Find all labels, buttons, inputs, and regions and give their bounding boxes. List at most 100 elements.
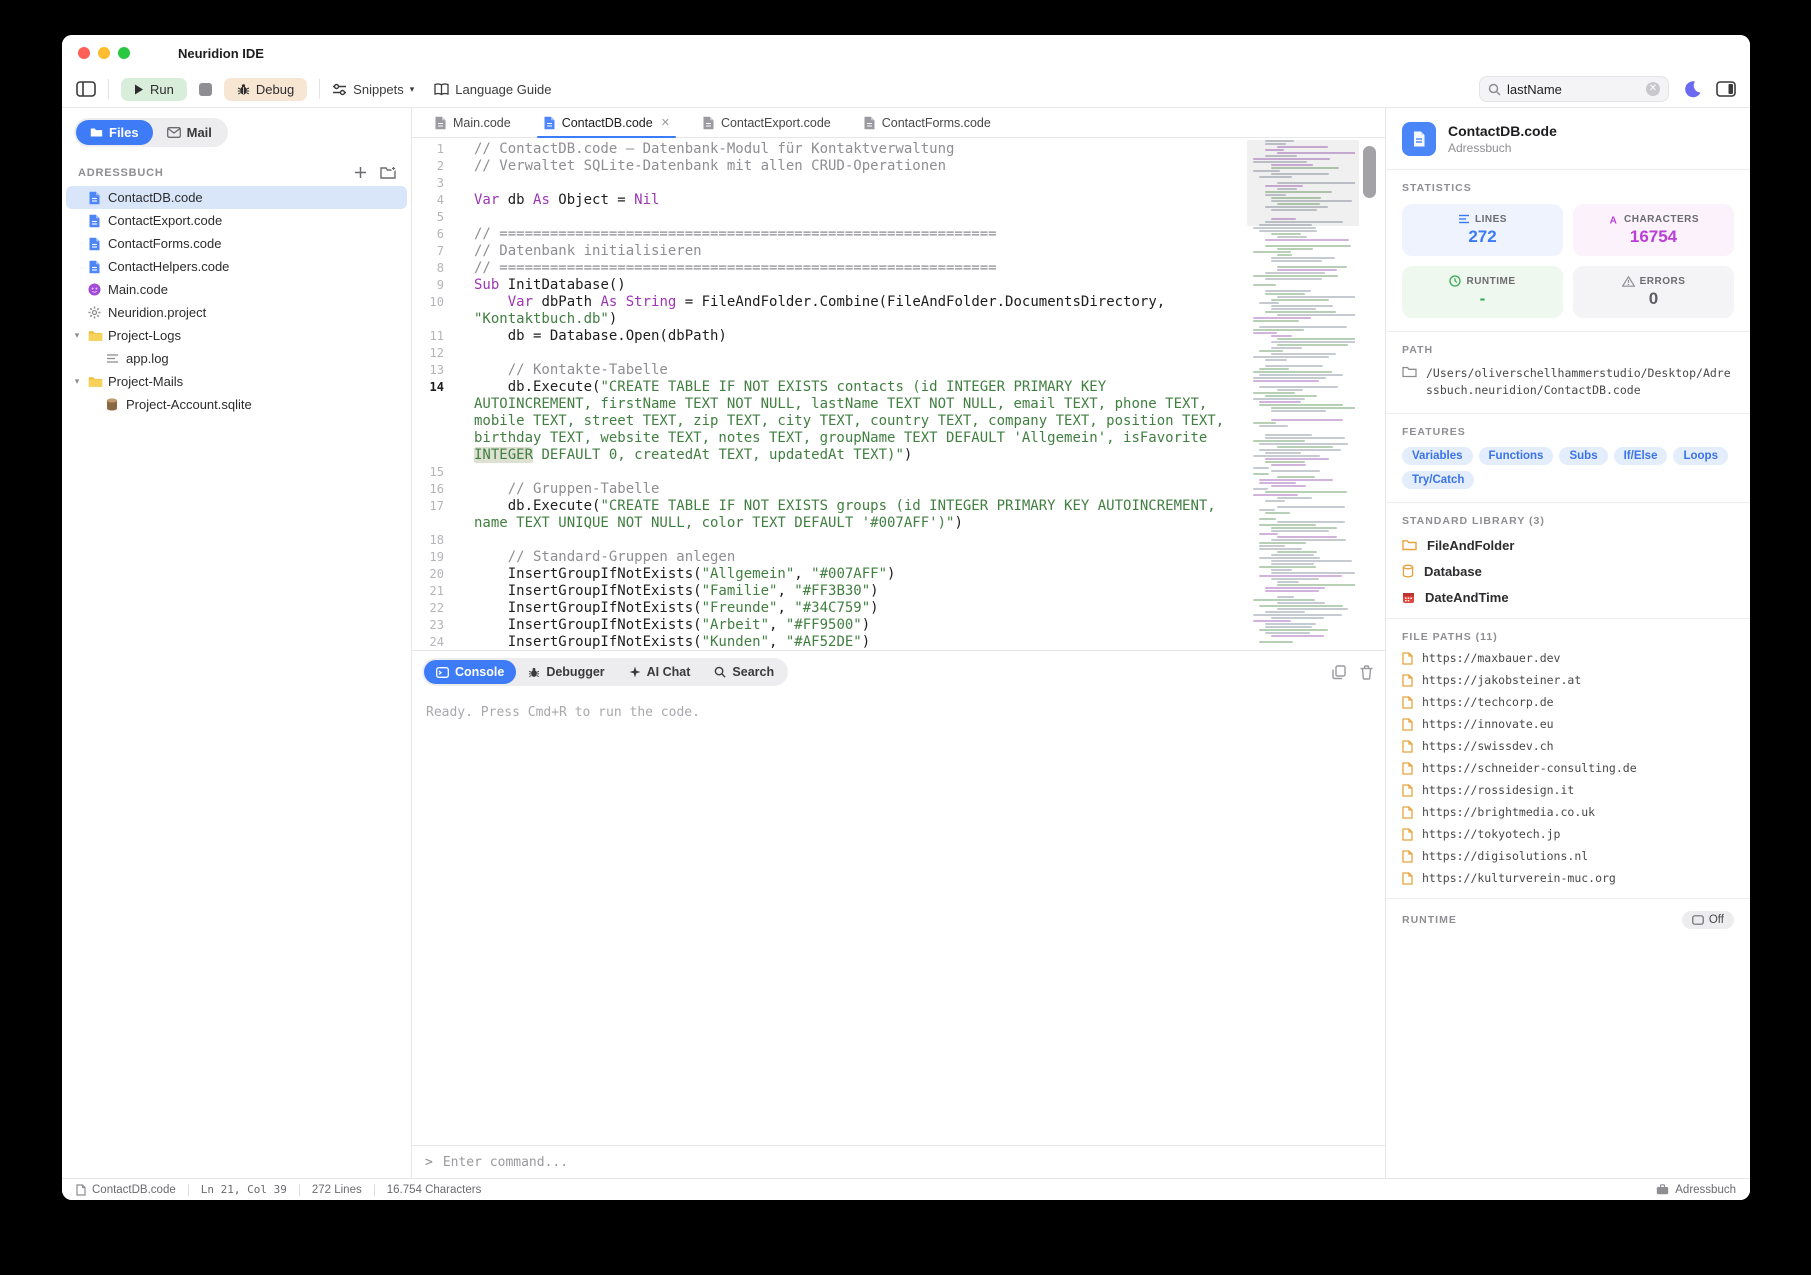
code-line[interactable]: 13 // Kontakte-Tabelle	[412, 362, 1235, 379]
code-line[interactable]: name TEXT UNIQUE NOT NULL, color TEXT DE…	[412, 515, 1235, 532]
filepath-link[interactable]: https://innovate.eu	[1402, 718, 1734, 731]
statistics-header: STATISTICS	[1402, 182, 1734, 194]
stat-label: ACHARACTERS	[1608, 214, 1699, 225]
code-line[interactable]: "Kontaktbuch.db")	[412, 311, 1235, 328]
code-line[interactable]: 5	[412, 209, 1235, 226]
sidebar-tab-mail[interactable]: Mail	[153, 120, 226, 145]
filepath-link[interactable]: https://maxbauer.dev	[1402, 652, 1734, 665]
filepath-link[interactable]: https://techcorp.de	[1402, 696, 1734, 709]
code-line[interactable]: 22 InsertGroupIfNotExists("Freunde", "#3…	[412, 600, 1235, 617]
stop-button[interactable]	[199, 83, 212, 96]
code-line[interactable]: 12	[412, 345, 1235, 362]
sidebar-tab-files[interactable]: Files	[76, 120, 153, 145]
tree-item-main-code[interactable]: Main.code	[66, 278, 407, 301]
command-input[interactable]: > Enter command...	[412, 1145, 1385, 1178]
tree-item-label: Project-Mails	[108, 374, 183, 389]
code-line[interactable]: 17 db.Execute("CREATE TABLE IF NOT EXIST…	[412, 498, 1235, 515]
debug-button[interactable]: Debug	[224, 78, 307, 101]
filepath-url: https://innovate.eu	[1422, 717, 1554, 731]
scrollbar-thumb[interactable]	[1363, 146, 1376, 198]
code-line[interactable]: AUTOINCREMENT, firstName TEXT NOT NULL, …	[412, 396, 1235, 413]
chevron-down-icon[interactable]: ▾	[71, 330, 83, 341]
new-folder-icon[interactable]	[380, 165, 397, 180]
code-line[interactable]: 15	[412, 464, 1235, 481]
code-line[interactable]: 21 InsertGroupIfNotExists("Familie", "#F…	[412, 583, 1235, 600]
code-line[interactable]: 24 InsertGroupIfNotExists("Kunden", "#AF…	[412, 634, 1235, 650]
code-line[interactable]: 1// ContactDB.code — Datenbank-Modul für…	[412, 141, 1235, 158]
code-line[interactable]: INTEGER DEFAULT 0, createdAt TEXT, updat…	[412, 447, 1235, 464]
code-text: // Datenbank initialisieren	[458, 243, 702, 260]
code-line[interactable]: 2// Verwaltet SQLite-Datenbank mit allen…	[412, 158, 1235, 175]
code-line[interactable]: 3	[412, 175, 1235, 192]
tree-item-neuridion-project[interactable]: Neuridion.project	[66, 301, 407, 324]
zoom-window-button[interactable]	[118, 47, 130, 59]
filepath-link[interactable]: https://brightmedia.co.uk	[1402, 806, 1734, 819]
filepath-link[interactable]: https://tokyotech.jp	[1402, 828, 1734, 841]
code-line[interactable]: 19 // Standard-Gruppen anlegen	[412, 549, 1235, 566]
filepath-link[interactable]: https://digisolutions.nl	[1402, 850, 1734, 863]
snippets-menu[interactable]: Snippets ▾	[332, 82, 414, 97]
sidebar-toggle-icon[interactable]	[76, 81, 96, 97]
close-tab-icon[interactable]: ✕	[661, 116, 670, 129]
feature-badge: Try/Catch	[1402, 471, 1474, 489]
language-guide-button[interactable]: Language Guide	[434, 82, 551, 97]
database-orange-icon	[1402, 564, 1414, 578]
editor-tab-main-code[interactable]: Main.code	[418, 108, 527, 137]
clear-search-icon[interactable]: ✕	[1646, 82, 1660, 96]
code-line[interactable]: 9Sub InitDatabase()	[412, 277, 1235, 294]
filepath-link[interactable]: https://kulturverein-muc.org	[1402, 872, 1734, 885]
dark-mode-toggle[interactable]	[1683, 80, 1702, 99]
editor-scrollbar[interactable]	[1363, 144, 1377, 644]
add-file-icon[interactable]	[353, 165, 368, 180]
code-line[interactable]: 6// ====================================…	[412, 226, 1235, 243]
chevron-down-icon[interactable]: ▾	[71, 376, 83, 387]
code-editor[interactable]: 1// ContactDB.code — Datenbank-Modul für…	[412, 138, 1385, 650]
tree-item-contacthelpers-code[interactable]: ContactHelpers.code	[66, 255, 407, 278]
editor-tab-contactexport-code[interactable]: ContactExport.code	[686, 108, 847, 137]
runtime-toggle[interactable]: Off	[1682, 911, 1734, 929]
search-input[interactable]: lastName ✕	[1479, 76, 1669, 102]
code-text: INTEGER DEFAULT 0, createdAt TEXT, updat…	[458, 447, 912, 464]
code-line[interactable]: 11 db = Database.Open(dbPath)	[412, 328, 1235, 345]
close-window-button[interactable]	[78, 47, 90, 59]
filepath-link[interactable]: https://rossidesign.it	[1402, 784, 1734, 797]
code-line[interactable]: 7// Datenbank initialisieren	[412, 243, 1235, 260]
filepath-link[interactable]: https://jakobsteiner.at	[1402, 674, 1734, 687]
tree-item-project-mails[interactable]: ▾ Project-Mails	[66, 370, 407, 393]
tree-item-contactforms-code[interactable]: ContactForms.code	[66, 232, 407, 255]
editor-tab-contactdb-code[interactable]: ContactDB.code✕	[527, 108, 686, 137]
right-panel-toggle[interactable]	[1716, 81, 1736, 97]
code-line[interactable]: 4Var db As Object = Nil	[412, 192, 1235, 209]
minimap-viewport[interactable]	[1247, 140, 1359, 226]
console-tab-search[interactable]: Search	[702, 660, 786, 684]
code-line[interactable]: 18	[412, 532, 1235, 549]
tree-item-contactexport-code[interactable]: ContactExport.code	[66, 209, 407, 232]
minimize-window-button[interactable]	[98, 47, 110, 59]
filepath-link[interactable]: https://swissdev.ch	[1402, 740, 1734, 753]
console-tab-console[interactable]: Console	[424, 660, 516, 684]
code-line[interactable]: 23 InsertGroupIfNotExists("Arbeit", "#FF…	[412, 617, 1235, 634]
code-line[interactable]: mobile TEXT, street TEXT, zip TEXT, city…	[412, 413, 1235, 430]
code-text: birthday TEXT, website TEXT, notes TEXT,…	[458, 430, 1207, 447]
code-line[interactable]: 14 db.Execute("CREATE TABLE IF NOT EXIST…	[412, 379, 1235, 396]
sidebar-tab-switcher: FilesMail	[74, 118, 228, 147]
tree-item-contactdb-code[interactable]: ContactDB.code	[66, 186, 407, 209]
run-button[interactable]: Run	[121, 78, 187, 101]
tree-item-project-logs[interactable]: ▾Project-Logs	[66, 324, 407, 347]
editor-tab-contactforms-code[interactable]: ContactForms.code	[847, 108, 1007, 137]
filepath-link[interactable]: https://schneider-consulting.de	[1402, 762, 1734, 775]
code-line[interactable]: 16 // Gruppen-Tabelle	[412, 481, 1235, 498]
code-line[interactable]: 10 Var dbPath As String = FileAndFolder.…	[412, 294, 1235, 311]
status-cursor-position: Ln 21, Col 39	[201, 1183, 287, 1196]
console-tab-ai-chat[interactable]: AI Chat	[617, 660, 703, 684]
code-line[interactable]: 20 InsertGroupIfNotExists("Allgemein", "…	[412, 566, 1235, 583]
code-line[interactable]: birthday TEXT, website TEXT, notes TEXT,…	[412, 430, 1235, 447]
search-value: lastName	[1507, 82, 1640, 97]
clear-console-icon[interactable]	[1360, 665, 1373, 680]
tree-item-project-account-sqlite[interactable]: Project-Account.sqlite	[66, 393, 407, 416]
tree-item-app-log[interactable]: app.log	[66, 347, 407, 370]
copy-output-icon[interactable]	[1332, 665, 1346, 680]
console-tab-debugger[interactable]: Debugger	[516, 660, 616, 684]
code-line[interactable]: 8// ====================================…	[412, 260, 1235, 277]
editor-tabbar: Main.codeContactDB.code✕ContactExport.co…	[412, 108, 1385, 138]
